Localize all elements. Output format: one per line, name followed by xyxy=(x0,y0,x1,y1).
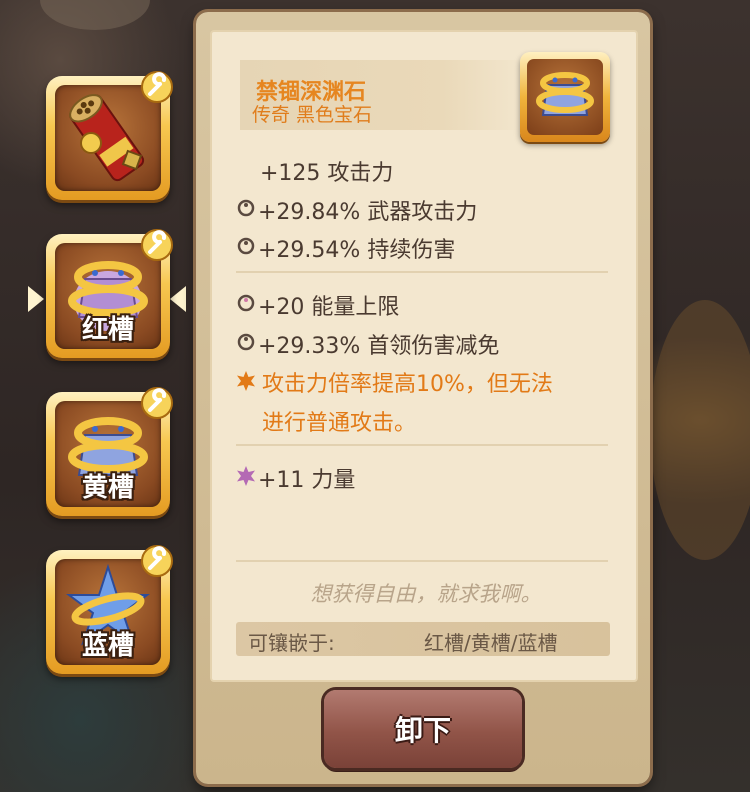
divider xyxy=(236,444,608,446)
special-effect-line2: 进行普通攻击。 xyxy=(262,411,417,436)
socket-value: 红槽/黄槽/蓝槽 xyxy=(424,631,558,655)
wrench-icon xyxy=(141,545,173,577)
item-subtitle: 传奇 黑色宝石 xyxy=(252,104,373,126)
ring-icon xyxy=(237,333,255,351)
slot-label: 蓝槽 xyxy=(81,631,134,661)
divider xyxy=(236,271,608,273)
item-icon-frame xyxy=(520,52,610,142)
stat-dot-damage: +29.54% 持续伤害 xyxy=(258,238,456,263)
ring-icon xyxy=(237,199,255,217)
bg-blob xyxy=(650,300,750,560)
slot-label: 红槽 xyxy=(81,315,134,345)
stat-strength: +11 力量 xyxy=(258,468,356,493)
ring-icon xyxy=(237,237,255,255)
unequip-button[interactable]: 卸下 xyxy=(324,690,522,768)
abyss-stone-icon xyxy=(536,72,594,116)
slot-red[interactable]: 红槽 xyxy=(46,229,173,358)
slot-yellow[interactable]: 黄槽 xyxy=(46,387,173,516)
socket-label: 可镶嵌于: xyxy=(248,631,335,655)
stat-energy-cap: +20 能量上限 xyxy=(258,295,400,320)
selection-arrow-left xyxy=(28,286,44,312)
slot-label: 黄槽 xyxy=(81,473,134,503)
orange-star-icon xyxy=(237,371,255,391)
slot-weapon[interactable] xyxy=(46,71,173,200)
wrench-icon xyxy=(141,71,173,103)
selection-arrow-right xyxy=(170,286,186,312)
stat-weapon-attack: +29.84% 武器攻击力 xyxy=(258,200,478,225)
slot-blue[interactable]: 蓝槽 xyxy=(46,545,173,674)
wrench-icon xyxy=(141,387,173,419)
purple-star-icon xyxy=(237,466,255,486)
stat-boss-damage-reduction: +29.33% 首领伤害减免 xyxy=(258,334,500,359)
unequip-button-label: 卸下 xyxy=(394,714,451,747)
divider xyxy=(236,560,608,562)
wrench-icon xyxy=(141,229,173,261)
flavor-quote: 想获得自由，就求我啊。 xyxy=(310,582,542,606)
special-effect-line1: 攻击力倍率提高10%，但无法 xyxy=(262,372,553,397)
stat-attack: +125 攻击力 xyxy=(260,161,394,186)
ring-pink-icon xyxy=(237,294,255,312)
